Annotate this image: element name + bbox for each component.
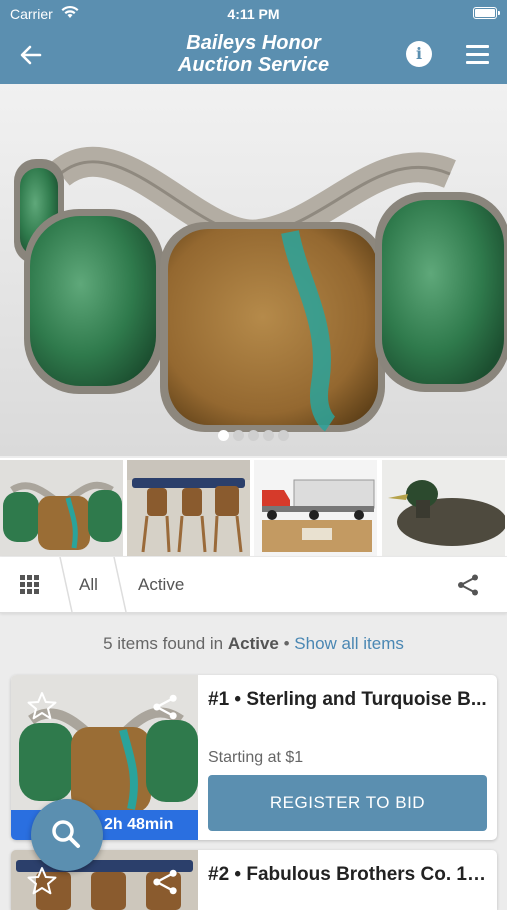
show-all-items-link[interactable]: Show all items [294,634,404,653]
hamburger-menu-icon[interactable] [466,45,489,69]
results-count: 5 items found in [103,634,224,653]
info-icon[interactable]: i [406,41,432,67]
arrow-left-icon[interactable] [18,42,44,68]
filter-bar: All Active [0,557,507,613]
results-filter-name: Active [227,634,279,653]
breadcrumb-separator [113,557,127,612]
search-icon [52,820,80,848]
bracelet-image [14,146,507,432]
title-line-1: Baileys Honor [186,32,321,54]
breadcrumb-active[interactable]: Active [138,575,184,595]
battery-icon [473,7,500,19]
grid-view-icon[interactable] [20,575,40,595]
share-icon[interactable] [456,573,480,597]
star-icon[interactable] [27,691,57,721]
results-separator: • [283,634,290,653]
carousel-dot[interactable] [278,430,289,441]
results-summary: 5 items found in Active • Show all items [0,634,507,654]
lot-title[interactable]: #1 • Sterling and Turquoise B... [208,689,487,711]
lot-title[interactable]: #2 • Fabulous Brothers Co. 19... [208,864,487,886]
nav-bar: Baileys Honor Auction Service i [0,28,507,84]
thumbnail-barrel-chairs[interactable] [127,460,250,556]
hero-image[interactable] [0,84,507,456]
register-to-bid-button[interactable]: REGISTER TO BID [208,775,487,831]
carousel-dot[interactable] [233,430,244,441]
thumbnail-bracelet[interactable] [0,460,123,556]
page-title: Baileys Honor Auction Service [120,32,387,76]
share-icon[interactable] [151,868,179,896]
carousel-dot[interactable] [263,430,274,441]
breadcrumb-separator [59,557,73,612]
breadcrumb-all[interactable]: All [79,575,98,595]
status-bar: Carrier 4:11 PM [0,0,507,28]
thumbnail-toy-truck[interactable] [254,460,377,556]
time-remaining-label: 2h 48min [104,816,174,833]
thumbnail-duck-decoy[interactable] [382,460,505,556]
search-button[interactable] [31,799,103,871]
clock: 4:11 PM [227,6,280,22]
carousel-dot[interactable] [218,430,229,441]
title-line-2: Auction Service [177,54,330,76]
starting-price: Starting at $1 [208,749,304,766]
carousel-dots[interactable] [0,428,507,446]
share-icon[interactable] [151,693,179,721]
thumbnail-strip [0,458,507,556]
carousel-dot[interactable] [248,430,259,441]
